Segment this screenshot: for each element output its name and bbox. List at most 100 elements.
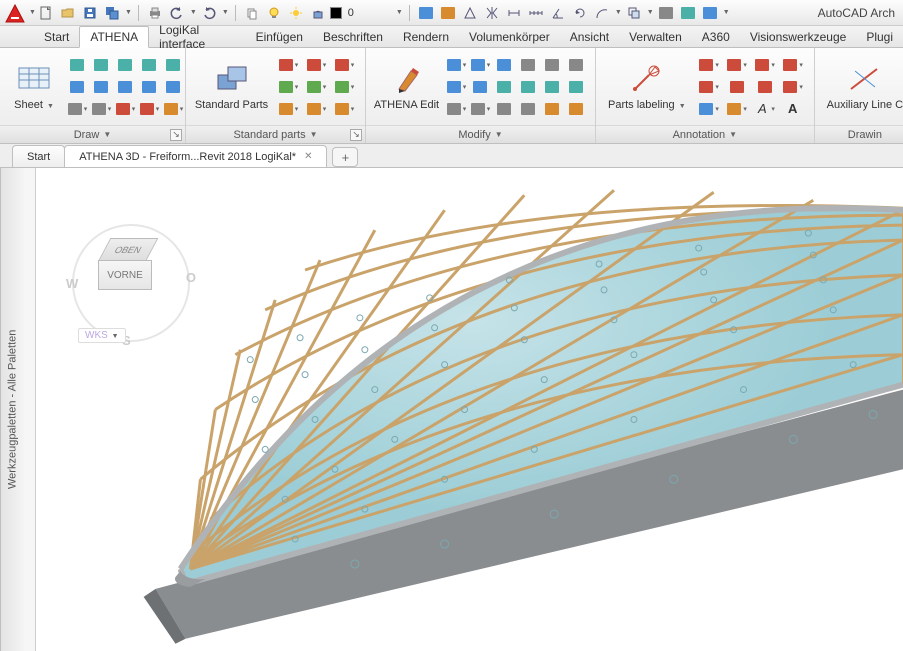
draw-tool-icon[interactable]: [162, 77, 184, 97]
rotate-icon[interactable]: [570, 3, 590, 23]
stdpart-tool-icon[interactable]: ▾: [331, 99, 357, 119]
anno-tool-icon[interactable]: ▾: [724, 55, 750, 75]
modify-tool-icon[interactable]: [493, 99, 515, 119]
lock-icon[interactable]: [308, 3, 328, 23]
modify-tool-icon[interactable]: [541, 77, 563, 97]
new-icon[interactable]: [36, 3, 56, 23]
stdpart-tool-icon[interactable]: ▾: [331, 55, 357, 75]
dimension-h-icon[interactable]: [504, 3, 524, 23]
modify-tool-icon[interactable]: ▾: [445, 55, 467, 75]
toola-icon[interactable]: [656, 3, 676, 23]
tab-volumen[interactable]: Volumenkörper: [459, 26, 560, 47]
dimension-chain-icon[interactable]: [526, 3, 546, 23]
athena-edit-button[interactable]: ATHENA Edit: [374, 59, 439, 113]
draw-tool-icon[interactable]: [114, 77, 136, 97]
draw-tool-icon[interactable]: [162, 55, 184, 75]
close-icon[interactable]: ✕: [304, 151, 312, 162]
modify-tool-icon[interactable]: [565, 99, 587, 119]
tab-ansicht[interactable]: Ansicht: [560, 26, 619, 47]
side-palette-handle[interactable]: Werkzeugpaletten - Alle Paletten: [0, 168, 24, 651]
anno-tool-icon[interactable]: [724, 77, 750, 97]
draw-tool-icon[interactable]: ▾: [138, 99, 160, 119]
anno-tool-icon[interactable]: ▾: [724, 99, 750, 119]
anno-tool-icon[interactable]: [752, 77, 778, 97]
modify-tool-icon[interactable]: [493, 77, 515, 97]
tab-start[interactable]: Start: [34, 26, 79, 47]
stdpart-tool-icon[interactable]: ▾: [275, 77, 301, 97]
tool1-icon[interactable]: [416, 3, 436, 23]
tab-verwalten[interactable]: Verwalten: [619, 26, 692, 47]
app-menu-dropdown-icon[interactable]: ▼: [29, 9, 36, 16]
layer-color-swatch[interactable]: [330, 7, 342, 19]
tab-beschriften[interactable]: Beschriften: [313, 26, 393, 47]
viewcube-cube[interactable]: OBEN VORNE: [98, 238, 158, 294]
clipboard-icon[interactable]: [242, 3, 262, 23]
stdpart-tool-icon[interactable]: ▾: [303, 55, 329, 75]
draw-tool-icon[interactable]: [138, 77, 160, 97]
panel-title-stdparts[interactable]: Standard parts▼↘: [186, 125, 365, 143]
panel-title-draw[interactable]: Draw▼↘: [0, 125, 185, 143]
tab-a360[interactable]: A360: [692, 26, 740, 47]
auxiliary-line-button[interactable]: Auxiliary Line C: [823, 59, 903, 113]
tool-dropdown-icon[interactable]: ▼: [615, 9, 622, 16]
stdpart-tool-icon[interactable]: ▾: [331, 77, 357, 97]
tab-plugins[interactable]: Plugi: [856, 26, 903, 47]
viewport-3d[interactable]: OBEN VORNE W O S WKS ▼: [36, 168, 903, 651]
wks-badge[interactable]: WKS ▼: [78, 328, 126, 343]
saveas-icon[interactable]: [102, 3, 122, 23]
open-icon[interactable]: [58, 3, 78, 23]
draw-tool-icon[interactable]: ▾: [162, 99, 184, 119]
bulb-icon[interactable]: [264, 3, 284, 23]
undo-dropdown-icon[interactable]: ▼: [190, 9, 197, 16]
tool2-icon[interactable]: [438, 3, 458, 23]
viewcube-west-label[interactable]: W: [66, 276, 78, 291]
modify-tool-icon[interactable]: ▾: [469, 99, 491, 119]
undo-icon[interactable]: [167, 3, 187, 23]
arc-icon[interactable]: [592, 3, 612, 23]
modify-tool-icon[interactable]: [565, 55, 587, 75]
modify-tool-icon[interactable]: ▾: [445, 77, 467, 97]
stdpart-tool-icon[interactable]: ▾: [275, 55, 301, 75]
save-dropdown-icon[interactable]: ▼: [125, 9, 132, 16]
print-icon[interactable]: [145, 3, 165, 23]
draw-tool-icon[interactable]: [114, 55, 136, 75]
draw-tool-icon[interactable]: [90, 77, 112, 97]
tab-rendern[interactable]: Rendern: [393, 26, 459, 47]
anno-tool-icon[interactable]: ▾: [752, 55, 778, 75]
draw-tool-icon[interactable]: [90, 55, 112, 75]
modify-tool-icon[interactable]: [565, 77, 587, 97]
draw-tool-icon[interactable]: ▾: [66, 99, 88, 119]
anno-tool-icon[interactable]: ▾: [696, 77, 722, 97]
anno-tool-icon[interactable]: ▾: [696, 99, 722, 119]
modify-tool-icon[interactable]: [541, 55, 563, 75]
doc-tab-active[interactable]: ATHENA 3D - Freiform...Revit 2018 LogiKa…: [64, 145, 327, 167]
toolc-icon[interactable]: [700, 3, 720, 23]
side-panel-slim[interactable]: [24, 168, 36, 651]
modify-tool-icon[interactable]: ▾: [445, 99, 467, 119]
modify-tool-icon[interactable]: [517, 55, 539, 75]
viewcube-front-face[interactable]: VORNE: [98, 260, 152, 290]
tab-logikal[interactable]: LogiKal interface: [149, 26, 245, 47]
draw-tool-icon[interactable]: [66, 77, 88, 97]
panel-title-modify[interactable]: Modify▼: [366, 125, 595, 143]
tab-einfuegen[interactable]: Einfügen: [246, 26, 313, 47]
draw-tool-icon[interactable]: ▾: [114, 99, 136, 119]
modify-tool-icon[interactable]: [517, 77, 539, 97]
layer-name-label[interactable]: 0: [348, 7, 354, 19]
sun-icon[interactable]: [286, 3, 306, 23]
copy-icon[interactable]: [624, 3, 644, 23]
modify-tool-icon[interactable]: ▾: [469, 55, 491, 75]
toolb-icon[interactable]: [678, 3, 698, 23]
modify-tool-icon[interactable]: [469, 77, 491, 97]
tool3-icon[interactable]: [460, 3, 480, 23]
redo-dropdown-icon[interactable]: ▼: [222, 9, 229, 16]
panel-expand-icon[interactable]: ↘: [350, 129, 362, 141]
panel-expand-icon[interactable]: ↘: [170, 129, 182, 141]
anno-tool-icon[interactable]: ▾: [780, 55, 806, 75]
qat-dropdown-icon[interactable]: ▼: [723, 9, 730, 16]
parts-labeling-button[interactable]: Parts labeling ▼: [604, 59, 690, 113]
anno-tool-icon[interactable]: ▾: [780, 77, 806, 97]
modify-tool-icon[interactable]: [493, 55, 515, 75]
draw-tool-icon[interactable]: ▾: [90, 99, 112, 119]
save-icon[interactable]: [80, 3, 100, 23]
